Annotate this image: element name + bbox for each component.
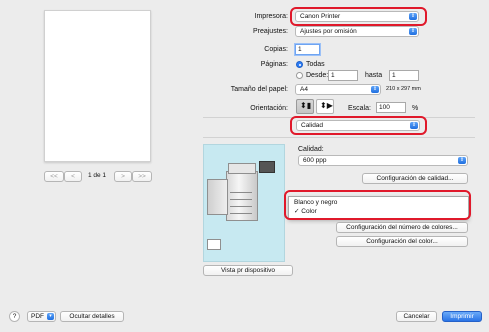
orientation-label: Orientación: [250,105,288,112]
presets-popup[interactable]: Ajustes por omisión ⇕ [295,26,419,37]
paper-size-value: A4 [300,86,308,93]
paper-stack-icon [207,239,221,250]
paper-dimensions: 210 x 297 mm [386,86,421,92]
chevron-updown-icon: ⇕ [458,157,466,164]
pages-from-label: Desde: [306,72,329,79]
presets-value: Ajustes por omisión [300,28,357,35]
landscape-orientation-button[interactable]: ⬍▶ [316,99,334,114]
quality-settings-button[interactable]: Configuración de calidad... [362,173,468,184]
pdf-label: PDF [31,313,44,320]
percent-label: % [412,105,419,112]
previous-page-button[interactable]: < [64,171,82,182]
resolution-value: 600 ppp [303,157,327,164]
quality-label: Calidad: [298,146,324,153]
print-button[interactable]: Imprimir [442,311,482,322]
copies-input[interactable]: 1 [295,44,320,55]
pages-to-input[interactable]: 1 [389,70,419,81]
printer-image-panel [203,144,285,262]
page-preview [44,10,151,162]
pages-range-radio[interactable] [296,72,303,79]
pages-all-radio[interactable] [296,61,303,68]
printer-side-module [207,179,228,215]
last-page-button[interactable]: >> [132,171,152,182]
presets-label: Preajustes: [252,28,288,35]
first-page-button[interactable]: << [44,171,64,182]
chevron-down-icon: ▾ [47,313,54,320]
paper-size-label: Tamaño del papel: [230,86,288,93]
printer-device-image [226,171,258,221]
next-page-button[interactable]: > [114,171,132,182]
cancel-button[interactable]: Cancelar [396,311,437,322]
chevron-updown-icon: ⇕ [371,86,379,93]
help-icon: ? [12,313,17,320]
scale-input[interactable]: 100 [376,102,406,113]
printer-panel-screen [259,161,275,173]
portrait-orientation-button[interactable]: ⬍▮ [296,99,314,114]
landscape-icon: ⬍▶ [320,101,333,110]
pages-all-label: Todas [306,61,325,68]
portrait-icon: ⬍▮ [300,101,312,110]
pages-label: Páginas: [260,61,288,68]
color-mode-highlight [284,190,471,220]
printer-view-button[interactable]: Vista pr dispositivo [203,265,293,276]
page-indicator: 1 de 1 [87,172,107,179]
printer-highlight [290,7,427,26]
hide-details-button[interactable]: Ocultar detalles [60,311,124,322]
copies-label: Copias: [264,46,288,53]
section-divider-lower [203,137,475,138]
help-button[interactable]: ? [9,311,20,322]
printer-label: Impresora: [254,13,288,20]
printer-top-unit [228,163,256,174]
color-count-settings-button[interactable]: Configuración del número de colores... [336,222,468,233]
color-settings-button[interactable]: Configuración del color... [336,236,468,247]
resolution-popup[interactable]: 600 ppp ⇕ [298,155,468,166]
pages-to-label: hasta [365,72,383,79]
pdf-menu-button[interactable]: PDF ▾ [27,311,56,322]
pages-from-input[interactable]: 1 [328,70,358,81]
section-highlight [290,116,427,135]
scale-label: Escala: [348,105,371,112]
chevron-updown-icon: ⇕ [409,28,417,35]
paper-size-popup[interactable]: A4 ⇕ [295,84,381,95]
